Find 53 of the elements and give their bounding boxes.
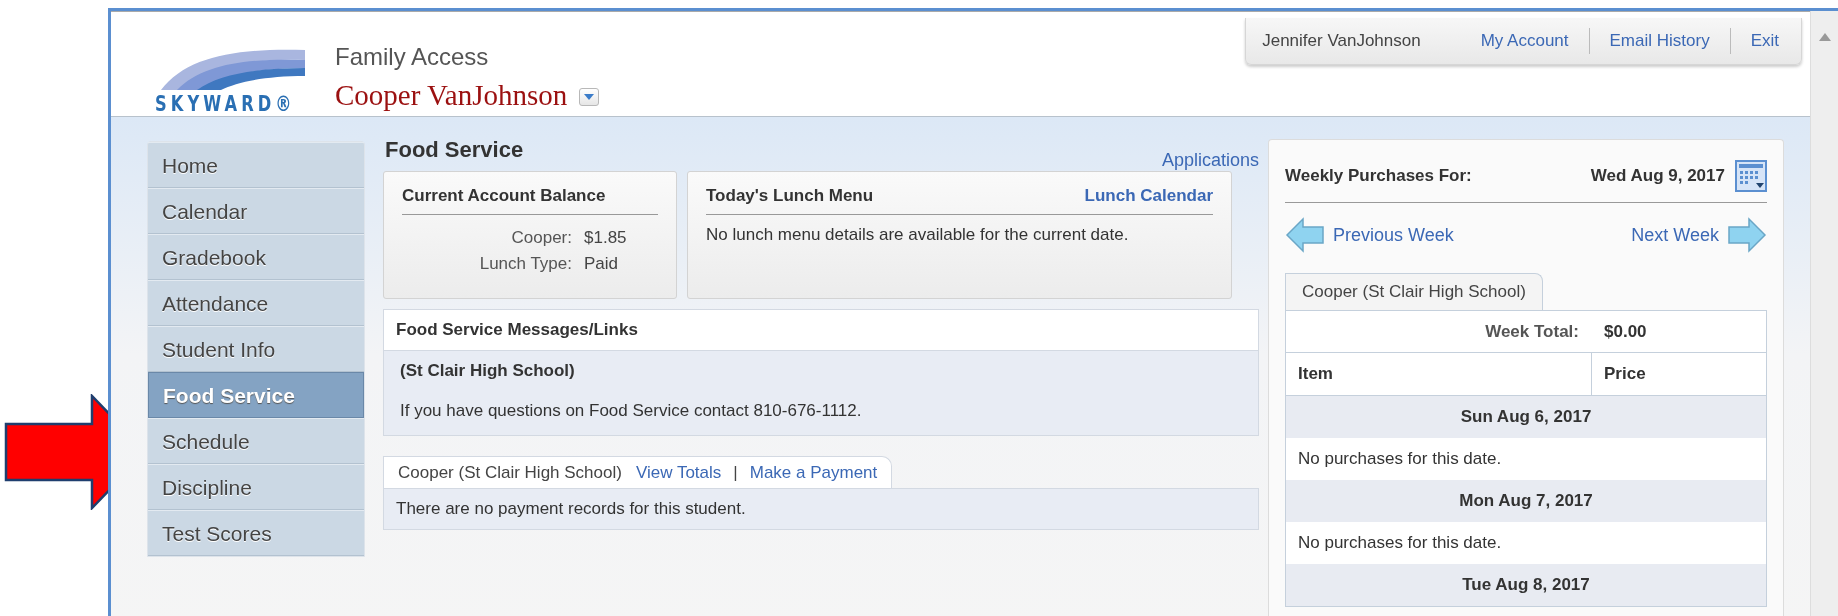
sidebar-item[interactable]: Schedule bbox=[148, 418, 364, 464]
table-cell-text: No purchases for this date. bbox=[1297, 448, 1503, 470]
scroll-up-icon[interactable] bbox=[1818, 33, 1831, 41]
day-header: Sun Aug 6, 2017 bbox=[1286, 396, 1766, 438]
day-header: Tue Aug 8, 2017 bbox=[1286, 564, 1766, 606]
page-title: Food Service bbox=[384, 137, 524, 163]
week-total-value: $0.00 bbox=[1604, 321, 1647, 342]
card-title: Today's Lunch Menu bbox=[706, 186, 874, 206]
student-name: Cooper VanJohnson bbox=[335, 78, 568, 112]
field-value: $1.85 bbox=[584, 227, 627, 249]
table-cell-text: No purchases for this date. bbox=[1297, 532, 1503, 554]
app-title: Family Access bbox=[335, 42, 490, 72]
view-totals-link[interactable]: View Totals bbox=[635, 463, 722, 483]
tab-label: Cooper (St Clair High School) bbox=[398, 463, 622, 483]
student-tab[interactable]: Cooper (St Clair High School) bbox=[1285, 273, 1543, 310]
previous-week-link[interactable]: Previous Week bbox=[1285, 217, 1454, 253]
card-title: Current Account Balance bbox=[402, 186, 606, 206]
user-menu-link[interactable]: Email History bbox=[1589, 31, 1730, 51]
payment-records-message: There are no payment records for this student. bbox=[383, 488, 1259, 530]
sidebar-item[interactable]: Calendar bbox=[148, 188, 364, 234]
left-arrow-icon bbox=[1285, 217, 1325, 253]
sidebar-item[interactable]: Gradebook bbox=[148, 234, 364, 280]
user-menu-link[interactable]: Exit bbox=[1730, 31, 1785, 51]
week-total-label: Week Total: bbox=[1484, 321, 1579, 342]
sidebar-item[interactable]: Discipline bbox=[148, 464, 364, 510]
applications-link[interactable]: Applications bbox=[1161, 150, 1259, 171]
calendar-icon[interactable] bbox=[1735, 160, 1767, 192]
caret-icon bbox=[584, 94, 595, 100]
sidebar-item[interactable]: Home bbox=[148, 142, 364, 188]
day-header: Mon Aug 7, 2017 bbox=[1286, 480, 1766, 522]
field-label: Lunch Type: bbox=[478, 253, 573, 275]
lunch-calendar-link[interactable]: Lunch Calendar bbox=[1084, 186, 1213, 206]
sidebar-item[interactable]: Attendance bbox=[148, 280, 364, 326]
selected-date: Wed Aug 9, 2017 bbox=[1590, 166, 1725, 186]
user-name: Jennifer VanJohnson bbox=[1262, 31, 1421, 51]
field-value: Paid bbox=[584, 253, 619, 275]
student-dropdown-button[interactable] bbox=[579, 88, 600, 106]
user-menu-link[interactable]: My Account bbox=[1460, 31, 1589, 51]
column-header: Item bbox=[1286, 353, 1592, 395]
student-tab[interactable]: Cooper (St Clair High School) View Totals | Make a Payment bbox=[383, 456, 893, 488]
column-header: Price bbox=[1603, 363, 1646, 385]
field-label: Cooper: bbox=[510, 227, 573, 249]
next-week-link[interactable]: Next Week bbox=[1631, 217, 1767, 253]
weekly-purchases-label: Weekly Purchases For: bbox=[1285, 166, 1472, 186]
link-separator: | bbox=[733, 463, 738, 483]
school-name: (St Clair High School) bbox=[400, 361, 576, 381]
make-payment-link[interactable]: Make a Payment bbox=[749, 463, 878, 483]
right-arrow-icon bbox=[1727, 217, 1767, 253]
message-text: If you have questions on Food Service contact 810-676-1112. bbox=[400, 401, 863, 421]
logo-text: SKYWARD® bbox=[155, 92, 296, 116]
sidebar-item[interactable]: Test Scores bbox=[148, 510, 364, 556]
lunch-menu-message: No lunch menu details are available for the current date. bbox=[706, 225, 1130, 245]
panel-title: Food Service Messages/Links bbox=[384, 310, 1258, 351]
